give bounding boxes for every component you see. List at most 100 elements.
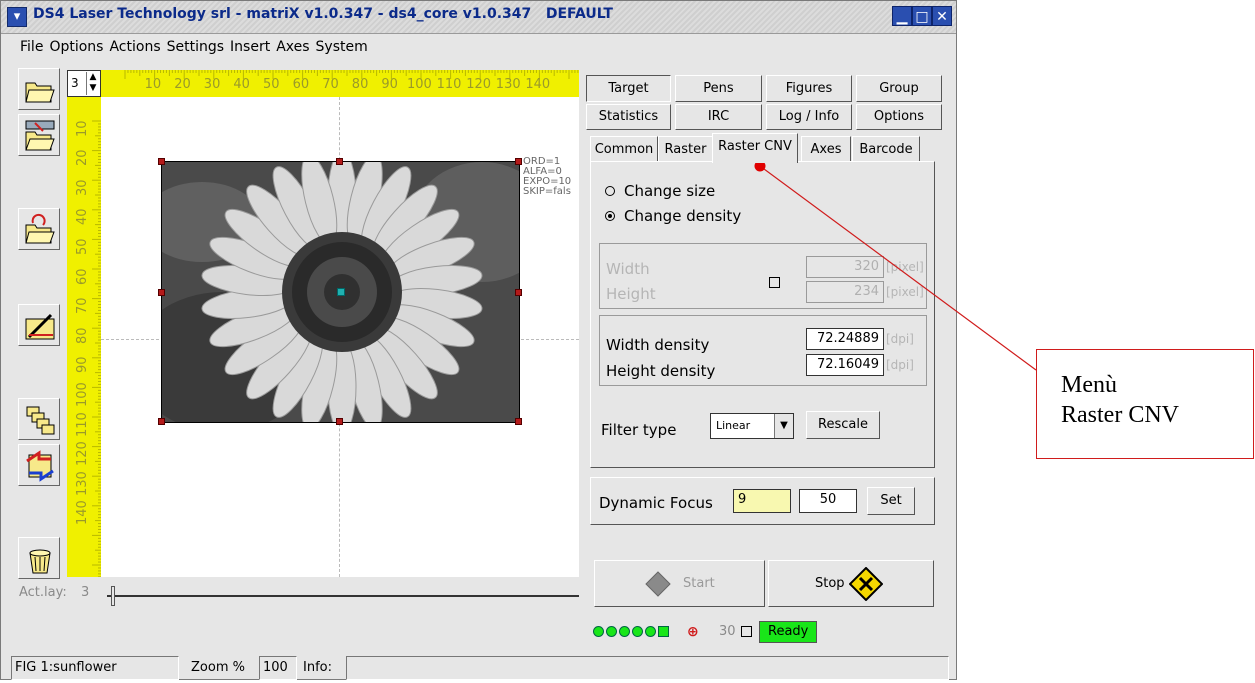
- height-unit: [pixel]: [886, 285, 924, 299]
- subtab-raster[interactable]: Raster: [658, 136, 713, 162]
- info-field: [346, 656, 949, 680]
- ruler-left: 10 20 30 40 50 60 70 80 90 100 110 120 130 140: [67, 97, 101, 577]
- ruler-top-label: 80: [351, 77, 369, 92]
- tab-irc[interactable]: IRC: [675, 104, 762, 130]
- center-marker[interactable]: [337, 288, 345, 296]
- draw-pencil-icon: [25, 313, 55, 340]
- zoom-label: Zoom %: [191, 660, 245, 675]
- zoom-field[interactable]: 100: [259, 656, 297, 680]
- resize-handle-l[interactable]: [158, 289, 165, 296]
- resize-handle-tr[interactable]: [515, 158, 522, 165]
- swap-button[interactable]: [18, 444, 60, 486]
- layers-button[interactable]: [18, 398, 60, 440]
- keep-ratio-checkbox[interactable]: [769, 277, 780, 288]
- ruler-top-label: 110: [436, 77, 462, 92]
- menu-options[interactable]: Options: [46, 34, 106, 55]
- width-density-field[interactable]: 72.24889: [806, 328, 884, 350]
- ruler-left-label: 70: [75, 297, 90, 315]
- ruler-top-label: 10: [144, 77, 162, 92]
- ruler-left-label: 20: [75, 149, 90, 167]
- drawing-canvas[interactable]: ORD=1 ALFA=0 EXPO=10 SKIP=fals: [101, 97, 579, 577]
- resize-handle-tl[interactable]: [158, 158, 165, 165]
- resize-handle-b[interactable]: [336, 418, 343, 425]
- actlay-slider-track[interactable]: [107, 595, 579, 597]
- tab-group[interactable]: Group: [856, 75, 942, 102]
- annotation-line-1: Menù: [1061, 372, 1117, 398]
- trash-icon: [29, 549, 51, 574]
- radio-change-size[interactable]: Change size: [605, 182, 715, 200]
- raster-cnv-panel: Change size Change density Width Height …: [590, 161, 935, 468]
- dynamic-focus-label: Dynamic Focus: [599, 494, 713, 512]
- tab-log-info[interactable]: Log / Info: [766, 104, 852, 130]
- main-window: ▾ DS4 Laser Technology srl - matriX v1.0…: [0, 0, 957, 680]
- menu-settings[interactable]: Settings: [164, 34, 227, 55]
- open-folder-icon: [25, 82, 55, 103]
- set-button[interactable]: Set: [867, 487, 915, 515]
- width-field[interactable]: 320: [806, 256, 884, 278]
- subtab-raster-cnv[interactable]: Raster CNV: [712, 133, 798, 163]
- status-checkbox[interactable]: [741, 626, 752, 637]
- figure-params: ORD=1 ALFA=0 EXPO=10 SKIP=fals: [523, 157, 571, 197]
- status-led-5: [645, 626, 656, 637]
- resize-handle-br[interactable]: [515, 418, 522, 425]
- tab-pens[interactable]: Pens: [675, 75, 762, 102]
- rescale-button[interactable]: Rescale: [806, 411, 880, 439]
- radio-change-size-label: Change size: [624, 182, 716, 200]
- tab-target[interactable]: Target: [586, 75, 671, 102]
- actlay-value: 3: [81, 585, 90, 600]
- minimize-icon[interactable]: ▁: [892, 6, 912, 26]
- tab-statistics[interactable]: Statistics: [586, 104, 671, 130]
- menu-insert[interactable]: Insert: [227, 34, 273, 55]
- menu-axes[interactable]: Axes: [273, 34, 312, 55]
- subtab-axes[interactable]: Axes: [801, 136, 851, 162]
- reload-folder-button[interactable]: [18, 208, 60, 250]
- height-density-field[interactable]: 72.16049: [806, 354, 884, 376]
- ruler-left-label: 110: [75, 411, 90, 437]
- reload-folder-icon: [25, 213, 55, 244]
- ruler-left-label: 60: [75, 268, 90, 285]
- title-bar[interactable]: ▾ DS4 Laser Technology srl - matriX v1.0…: [1, 1, 956, 34]
- sunflower-image[interactable]: [161, 161, 520, 423]
- resize-handle-bl[interactable]: [158, 418, 165, 425]
- maximize-icon[interactable]: □: [912, 6, 932, 26]
- tab-figures[interactable]: Figures: [766, 75, 852, 102]
- trash-button[interactable]: [18, 537, 60, 579]
- open-export-button[interactable]: [18, 114, 60, 156]
- layer-spinner[interactable]: 3 ▲ ▼: [67, 70, 101, 97]
- menu-file[interactable]: File: [17, 34, 46, 55]
- chevron-down-icon[interactable]: ▼: [774, 414, 793, 438]
- stop-button[interactable]: Stop: [768, 560, 934, 607]
- size-group: Width Height 320 [pixel] 234 [pixel]: [599, 243, 927, 309]
- spinner-arrows-icon[interactable]: ▲ ▼: [86, 72, 99, 95]
- ruler-left-label: 10: [75, 120, 90, 137]
- open-folder-button[interactable]: [18, 68, 60, 110]
- swap-arrows-icon: [26, 450, 54, 482]
- ruler-top-label: 40: [233, 77, 250, 92]
- tab-options[interactable]: Options: [856, 104, 942, 130]
- status-led-2: [606, 626, 617, 637]
- dynamic-focus-field-2[interactable]: 50: [799, 489, 857, 513]
- target-crosshair-icon[interactable]: ⊕: [687, 624, 699, 640]
- menu-system[interactable]: System: [313, 34, 371, 55]
- draw-button[interactable]: [18, 304, 60, 346]
- resize-handle-t[interactable]: [336, 158, 343, 165]
- stop-warning-icon: [849, 567, 883, 601]
- close-icon[interactable]: ✕: [932, 6, 952, 26]
- height-field[interactable]: 234: [806, 281, 884, 303]
- filter-type-value: Linear: [716, 419, 751, 432]
- window-menu-icon[interactable]: ▾: [7, 7, 27, 27]
- start-button[interactable]: Start: [594, 560, 765, 607]
- stop-label: Stop: [815, 576, 845, 591]
- filter-type-select[interactable]: Linear ▼: [710, 413, 794, 439]
- layer-spinner-value: 3: [71, 76, 79, 90]
- dynamic-focus-field-1[interactable]: 9: [733, 489, 791, 513]
- status-led-4: [632, 626, 643, 637]
- menu-actions[interactable]: Actions: [106, 34, 163, 55]
- resize-handle-r[interactable]: [515, 289, 522, 296]
- height-label: Height: [606, 285, 656, 303]
- start-icon: [645, 571, 671, 597]
- actlay-slider-thumb[interactable]: [111, 586, 115, 606]
- subtab-barcode[interactable]: Barcode: [852, 136, 920, 162]
- radio-change-density[interactable]: Change density: [605, 207, 741, 225]
- subtab-common[interactable]: Common: [590, 136, 658, 162]
